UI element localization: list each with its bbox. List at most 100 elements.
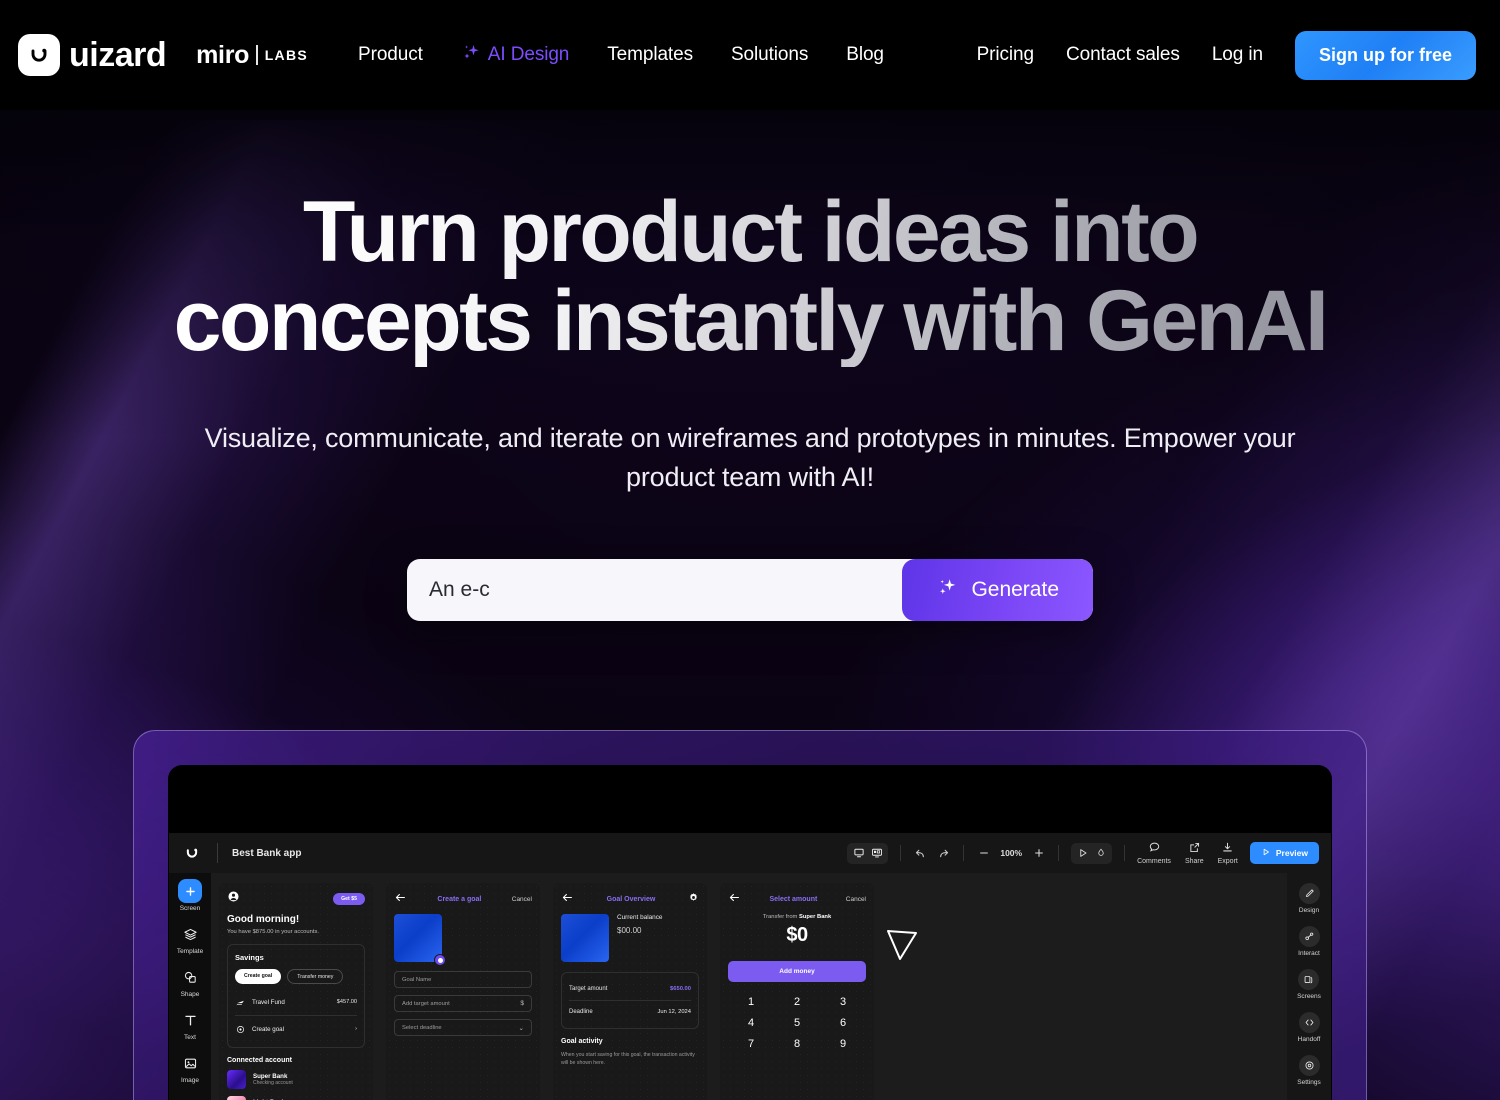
panel-interact[interactable]: Interact xyxy=(1298,926,1320,957)
topbar-sep-2 xyxy=(963,845,965,861)
preview-button[interactable]: Preview xyxy=(1249,842,1319,864)
arrow-left-icon[interactable] xyxy=(561,892,574,906)
phone-screen-create-goal[interactable]: Create a goal Cancel Goal Name Add targe… xyxy=(386,883,540,1100)
editor-right-toolbar: Design Interact Screens Handoff Settings xyxy=(1287,873,1331,1100)
panel-screens[interactable]: Screens xyxy=(1297,969,1321,1000)
panel-handoff[interactable]: Handoff xyxy=(1298,1012,1320,1043)
details-divider xyxy=(569,1000,691,1001)
target-amount-field[interactable]: Add target amount $ xyxy=(394,995,532,1012)
get-reward-badge[interactable]: Get $5 xyxy=(333,893,365,905)
tool-shape-label: Shape xyxy=(180,991,200,998)
uizard-logo[interactable]: uizard xyxy=(18,34,167,76)
key-2[interactable]: 2 xyxy=(774,996,820,1008)
editor-canvas[interactable]: Get $5 Good morning! You have $875.00 in… xyxy=(211,873,1287,1100)
project-title[interactable]: Best Bank app xyxy=(232,848,301,859)
arrow-left-icon[interactable] xyxy=(394,892,407,906)
nav-link-contact-sales[interactable]: Contact sales xyxy=(1066,44,1180,66)
multi-screen-icon[interactable] xyxy=(869,846,884,861)
account-item-light-bank[interactable]: Light Bank Checking account xyxy=(227,1096,365,1100)
deadline-field[interactable]: Select deadline ⌄ xyxy=(394,1019,532,1036)
uizard-smile-icon[interactable] xyxy=(181,842,203,864)
transfer-money-pill[interactable]: Transfer money xyxy=(287,969,344,984)
tool-text[interactable]: Text xyxy=(178,1008,202,1041)
phone-screen-goal-overview[interactable]: Goal Overview Current balance $00.00 Tar… xyxy=(553,883,707,1100)
prompt-input[interactable] xyxy=(407,559,903,622)
share-label: Share xyxy=(1184,858,1204,865)
goal-row-create[interactable]: Create goal › xyxy=(235,1019,357,1039)
goal-name-field[interactable]: Goal Name xyxy=(394,971,532,988)
goal-image-thumbnail[interactable] xyxy=(394,914,446,966)
tool-template[interactable]: Template xyxy=(177,922,203,955)
labs-label: LABS xyxy=(264,47,309,63)
phone-screen-select-amount[interactable]: Select amount Cancel Transfer from Super… xyxy=(720,883,917,1100)
single-screen-icon[interactable] xyxy=(851,846,866,861)
deadline-placeholder: Select deadline xyxy=(402,1024,442,1031)
deadline-key: Deadline xyxy=(569,1009,593,1015)
panel-settings[interactable]: Settings xyxy=(1297,1055,1321,1086)
nav-link-login[interactable]: Log in xyxy=(1212,44,1263,66)
balance-label: Current balance xyxy=(617,914,663,921)
transfer-from-label: Transfer from Super Bank xyxy=(728,914,866,920)
mode-toggle[interactable] xyxy=(1071,842,1113,864)
comments-button[interactable]: Comments xyxy=(1137,841,1171,865)
nav-link-pricing[interactable]: Pricing xyxy=(977,44,1034,66)
download-icon xyxy=(1221,841,1234,856)
share-button[interactable]: Share xyxy=(1185,841,1204,865)
gear-icon[interactable] xyxy=(688,890,699,908)
code-icon xyxy=(1298,1012,1320,1033)
nav-link-product[interactable]: Product xyxy=(358,44,423,66)
key-3[interactable]: 3 xyxy=(820,996,866,1008)
key-9[interactable]: 9 xyxy=(820,1038,866,1050)
create-goal-cancel[interactable]: Cancel xyxy=(512,896,532,903)
create-goal-pill[interactable]: Create goal xyxy=(235,969,282,984)
tool-image[interactable]: Image xyxy=(178,1051,202,1084)
key-1[interactable]: 1 xyxy=(728,996,774,1008)
export-button[interactable]: Export xyxy=(1218,841,1238,865)
nav-link-blog[interactable]: Blog xyxy=(846,44,884,66)
key-4[interactable]: 4 xyxy=(728,1017,774,1029)
tool-shape[interactable]: Shape xyxy=(178,965,202,998)
phone-screen-home[interactable]: Get $5 Good morning! You have $875.00 in… xyxy=(219,883,373,1100)
key-8[interactable]: 8 xyxy=(774,1038,820,1050)
cursor-play-icon[interactable] xyxy=(1075,846,1090,861)
panel-design[interactable]: Design xyxy=(1298,883,1320,914)
generate-button-label: Generate xyxy=(971,578,1059,602)
signup-button[interactable]: Sign up for free xyxy=(1294,30,1476,80)
undo-arrow-icon[interactable] xyxy=(913,846,928,861)
user-circle-icon[interactable] xyxy=(227,890,240,908)
key-7[interactable]: 7 xyxy=(728,1038,774,1050)
generate-button[interactable]: Generate xyxy=(902,559,1093,622)
plus-icon[interactable] xyxy=(1031,846,1046,861)
minus-icon[interactable] xyxy=(976,846,991,861)
arrow-left-icon[interactable] xyxy=(728,892,741,906)
amount-display: $0 xyxy=(786,924,808,946)
key-5[interactable]: 5 xyxy=(774,1017,820,1029)
tool-icon[interactable]: Icon xyxy=(178,1094,202,1100)
goal-row-travel-fund[interactable]: Travel Fund $457.00 xyxy=(235,992,357,1012)
tool-screen[interactable]: Screen xyxy=(178,879,202,912)
goal-label: Travel Fund xyxy=(252,998,285,1006)
tool-template-label: Template xyxy=(176,948,204,955)
redo-arrow-icon[interactable] xyxy=(936,846,951,861)
key-6[interactable]: 6 xyxy=(820,1017,866,1029)
shapes-icon xyxy=(178,965,202,989)
goal-overview-header: Goal Overview xyxy=(561,892,699,906)
target-icon xyxy=(235,1024,245,1034)
goal-activity-note: When you start saving for this goal, the… xyxy=(561,1052,695,1067)
nav-link-solutions[interactable]: Solutions xyxy=(731,44,808,66)
tool-image-label: Image xyxy=(180,1077,200,1084)
target-amount-value: $650.00 xyxy=(670,986,691,992)
select-amount-cancel[interactable]: Cancel xyxy=(846,896,866,903)
panel-interact-label: Interact xyxy=(1298,950,1320,957)
target-amount-row: Target amount $650.00 xyxy=(569,981,691,997)
edit-image-badge[interactable] xyxy=(434,954,446,966)
hand-icon[interactable] xyxy=(1093,846,1108,861)
nav-link-templates[interactable]: Templates xyxy=(607,44,693,66)
goal-overview-title: Goal Overview xyxy=(606,895,656,903)
brand[interactable]: uizard miro LABS xyxy=(18,34,308,76)
view-mode-toggle[interactable] xyxy=(847,842,889,864)
nav-link-ai-design[interactable]: AI Design xyxy=(461,42,569,68)
account-item-super-bank[interactable]: Super Bank Checking account xyxy=(227,1070,365,1089)
play-icon xyxy=(1261,847,1271,859)
add-money-button[interactable]: Add money xyxy=(728,961,866,982)
